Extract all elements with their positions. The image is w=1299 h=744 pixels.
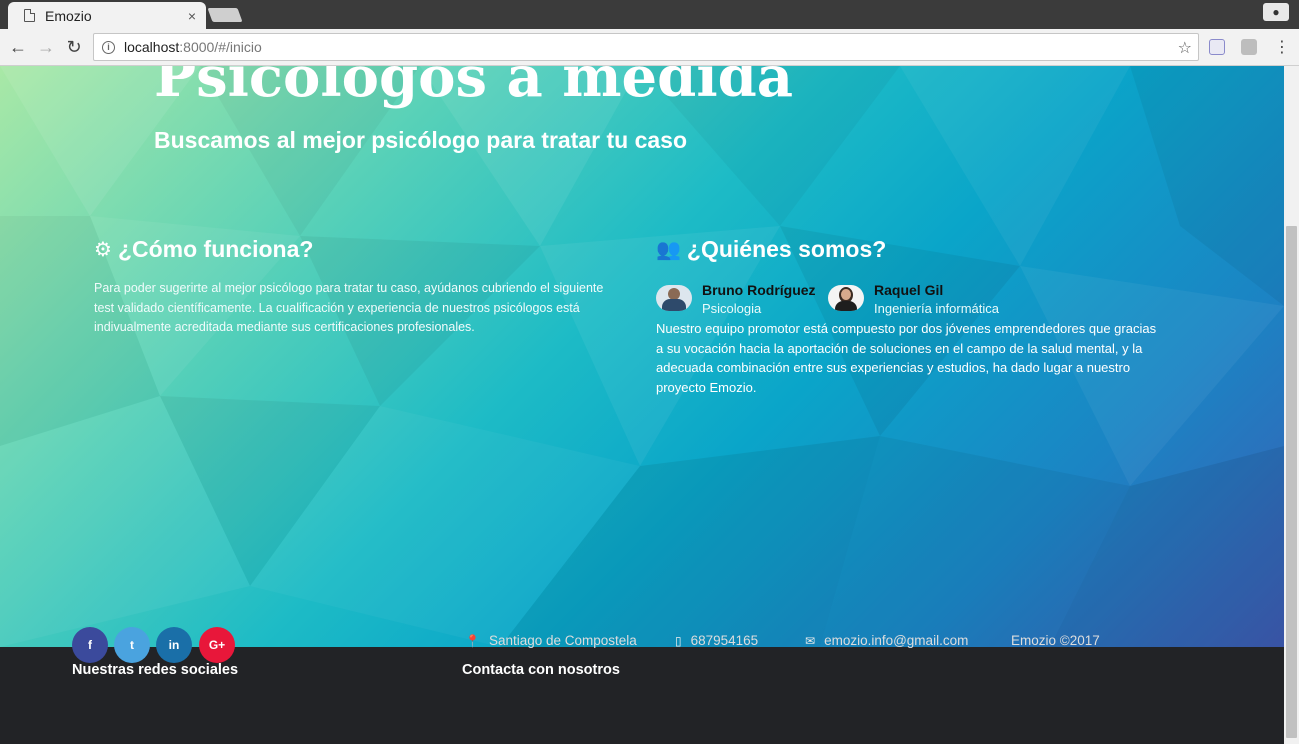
about-us-text: Nuestro equipo promotor está compuesto p…	[656, 321, 1157, 395]
contact-phone: ▯ 687954165	[675, 633, 758, 648]
copyright-text: Emozio ©2017	[1011, 633, 1100, 648]
new-tab-button[interactable]	[207, 8, 243, 22]
how-it-works-text: Para poder sugerirte al mejor psicólogo …	[94, 281, 604, 334]
location-text: Santiago de Compostela	[488, 633, 637, 648]
scrollbar-thumb[interactable]	[1286, 226, 1297, 738]
twitter-icon[interactable]: t	[114, 627, 150, 663]
users-icon: 👥	[656, 239, 681, 261]
how-it-works-heading: ⚙ ¿Cómo funciona?	[94, 236, 313, 263]
tab-title: Emozio	[45, 7, 92, 24]
angular-extension-icon[interactable]	[1241, 39, 1257, 55]
phone-text: 687954165	[690, 633, 759, 648]
how-it-works-title: ¿Cómo funciona?	[117, 236, 314, 262]
contact-location: 📍 Santiago de Compostela	[465, 633, 637, 648]
document-icon	[24, 9, 35, 22]
twitter-glyph: t	[130, 638, 134, 652]
team-member-name: Bruno Rodríguez	[702, 282, 816, 298]
browser-toolbar: ← → ↻ i localhost :8000/#/inicio ☆ ⋮	[0, 29, 1299, 66]
contact-heading: Contacta con nosotros	[462, 662, 620, 678]
linkedin-glyph: in	[168, 638, 180, 652]
reload-icon[interactable]: ↻	[62, 35, 86, 59]
url-host: localhost	[124, 39, 180, 55]
map-marker-icon: 📍	[465, 633, 480, 648]
back-icon[interactable]: ←	[6, 35, 30, 59]
about-us-title: ¿Quiénes somos?	[686, 236, 887, 262]
team-member-name: Raquel Gil	[874, 282, 944, 298]
address-bar[interactable]: i localhost :8000/#/inicio ☆	[93, 33, 1199, 61]
social-heading: Nuestras redes sociales	[72, 662, 239, 678]
google-plus-glyph: G+	[208, 638, 226, 652]
team-member-role: Ingeniería informática	[874, 301, 1000, 316]
avatar	[656, 285, 692, 311]
hero-title: Psicólogos a medida	[154, 66, 794, 110]
browser-tabstrip: Emozio × ●	[0, 0, 1299, 29]
linkedin-icon[interactable]: in	[156, 627, 192, 663]
about-us-heading: 👥 ¿Quiénes somos?	[656, 236, 886, 263]
copyright: Emozio ©2017	[1011, 633, 1100, 648]
mobile-phone-icon: ▯	[675, 633, 682, 648]
browser-tab[interactable]: Emozio ×	[8, 2, 206, 29]
menu-icon[interactable]: ⋮	[1270, 35, 1294, 59]
hero-subtitle: Buscamos al mejor psicólogo para tratar …	[154, 127, 687, 153]
team-member: Raquel Gil Ingeniería informática	[828, 282, 999, 318]
facebook-icon[interactable]: f	[72, 627, 108, 663]
info-icon[interactable]: i	[102, 40, 115, 54]
team-member-role: Psicologia	[702, 301, 762, 316]
extension-icon[interactable]	[1209, 39, 1225, 55]
contact-email[interactable]: ✉ emozio.info@gmail.com	[805, 633, 968, 648]
forward-icon[interactable]: →	[34, 35, 58, 59]
hero-section: Psicólogos a medida Buscamos al mejor ps…	[0, 66, 1284, 647]
google-plus-icon[interactable]: G+	[199, 627, 235, 663]
email-text[interactable]: emozio.info@gmail.com	[824, 633, 968, 648]
footer: Nuestras redes sociales Contacta con nos…	[0, 647, 1284, 744]
facebook-glyph: f	[88, 638, 92, 652]
avatar	[828, 285, 864, 311]
url-path: :8000/#/inicio	[179, 39, 262, 55]
tab-close-icon[interactable]: ×	[188, 8, 196, 24]
envelope-icon: ✉	[805, 633, 816, 648]
profile-icon[interactable]: ●	[1263, 3, 1289, 21]
bookmark-star-icon[interactable]: ☆	[1178, 38, 1192, 58]
team-member: Bruno Rodríguez Psicologia	[656, 282, 816, 318]
gears-icon: ⚙	[94, 239, 112, 261]
